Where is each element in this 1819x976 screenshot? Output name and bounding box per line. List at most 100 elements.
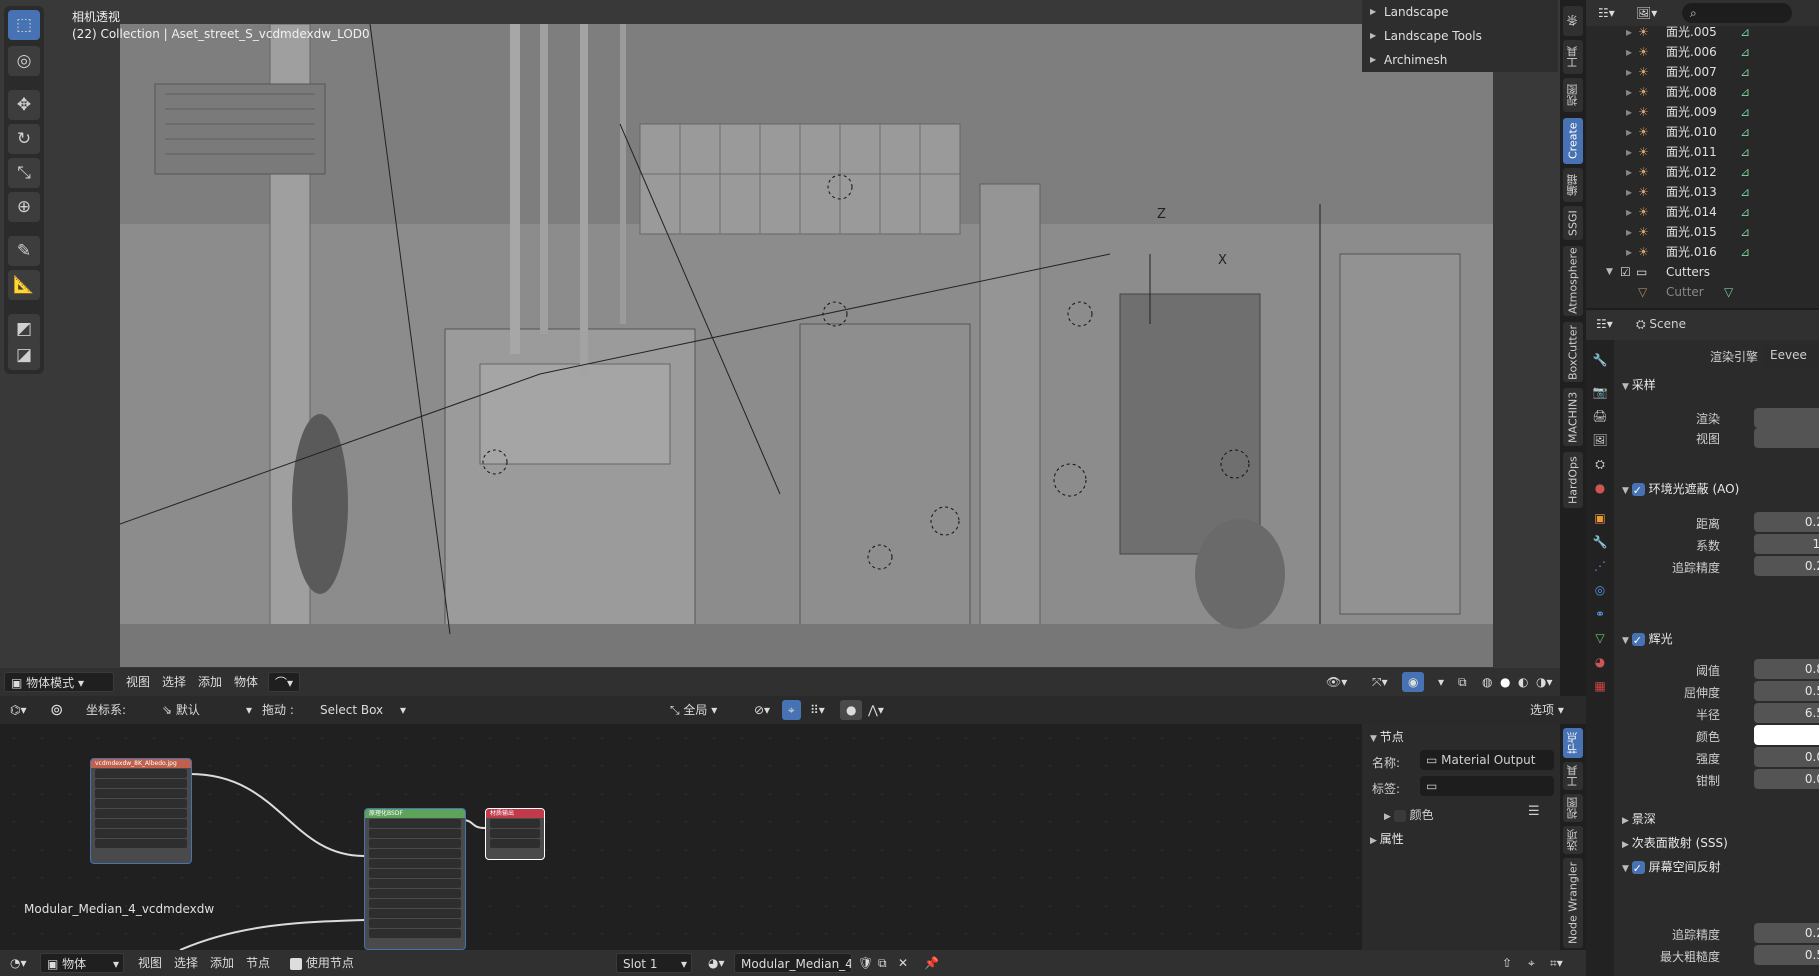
addon-archimesh[interactable]: ▶ Archimesh (1362, 48, 1558, 72)
principled-bsdf-node[interactable]: 原理化BSDF (364, 808, 466, 950)
bloom-knee-field[interactable]: 0.5 (1754, 681, 1819, 701)
ao-trace-field[interactable]: 0.2 (1754, 556, 1819, 576)
parent-node-icon[interactable]: ⇧ (1496, 953, 1518, 973)
tab-view[interactable]: 视图 (1563, 794, 1583, 822)
physics-tab-icon[interactable]: ◎ (1590, 580, 1610, 600)
viewport-samples-field[interactable] (1754, 428, 1819, 448)
ssr-checkbox[interactable] (1631, 858, 1645, 880)
select-box-tool-icon[interactable]: ⬚ (8, 10, 40, 40)
node-section-header[interactable]: ▼ 节点 (1370, 726, 1404, 748)
duplicate-icon[interactable]: ⧉ (872, 953, 893, 973)
tab-machin3[interactable]: MACHIN3 (1563, 388, 1583, 446)
list-icon[interactable]: ☰ (1528, 804, 1540, 819)
overlay-dropdown-icon[interactable]: ▾ (1432, 672, 1450, 692)
tab-item[interactable]: 条 (1563, 6, 1583, 36)
ssr-max-field[interactable]: 0.5 (1754, 945, 1819, 965)
scale-tool-icon[interactable]: ⤡ (8, 158, 40, 188)
drag-dropdown[interactable]: Select Box ▾ (314, 700, 410, 720)
outliner-search[interactable]: ⌕ (1682, 3, 1792, 23)
output-tab-icon[interactable]: 🖨 (1590, 406, 1610, 426)
material-name-field[interactable]: Modular_Median_4_... (734, 953, 852, 973)
visibility-icon[interactable]: 👁▾ (1320, 672, 1353, 692)
menu-object[interactable]: 物体 (228, 672, 264, 692)
object-tab-icon[interactable]: ▣ (1590, 508, 1610, 528)
slot-dropdown[interactable]: Slot 1 ▾ (616, 953, 692, 973)
snap-icon[interactable]: ⌖ (1522, 953, 1541, 973)
outliner-item[interactable]: ▸ ☀ 面光.006 ⊿ (1586, 42, 1819, 62)
world-tab-icon[interactable]: ● (1590, 478, 1610, 498)
ao-distance-field[interactable]: 0.2 (1754, 512, 1819, 532)
ao-checkbox[interactable] (1631, 480, 1645, 502)
unlink-icon[interactable]: ✕ (892, 953, 914, 973)
mode-dropdown[interactable]: ▣ 物体模式 ▾ (4, 672, 114, 692)
outliner-item[interactable]: ▸ ☀ 面光.010 ⊿ (1586, 122, 1819, 142)
menu-select[interactable]: 选择 (156, 672, 192, 692)
outliner-item[interactable]: ▸ ☀ 面光.014 ⊿ (1586, 202, 1819, 222)
addon-landscape[interactable]: ▶ Landscape (1362, 0, 1558, 24)
filter-icon[interactable]: 🖼▾ (1630, 3, 1663, 23)
tab-ssgi[interactable]: SSGI (1563, 206, 1583, 240)
tab-create[interactable]: Create (1563, 118, 1583, 164)
menu-view[interactable]: 视图 (120, 672, 156, 692)
sss-header[interactable]: ▶ 次表面散射 (SSS) (1622, 832, 1728, 854)
render-samples-field[interactable] (1754, 408, 1819, 428)
engine-dropdown[interactable]: Eevee (1764, 344, 1819, 366)
tab-view[interactable]: 视图 (1563, 78, 1583, 112)
texture-tab-icon[interactable]: ▦ (1590, 676, 1610, 696)
outliner-item[interactable]: ▸ ☀ 面光.016 ⊿ (1586, 242, 1819, 262)
tab-tool[interactable]: 工具 (1563, 762, 1583, 790)
hardops-tool-icon[interactable]: ◪ (8, 340, 40, 370)
tab-node[interactable]: 节点 (1563, 728, 1583, 758)
particles-tab-icon[interactable]: ⋰ (1590, 556, 1610, 576)
3d-viewport[interactable]: Z X 相机透视 (22) Collection | Aset_street_S… (0, 0, 1560, 668)
gizmo-icon[interactable]: ⤧▾ (1366, 672, 1394, 692)
use-nodes-checkbox[interactable]: 使用节点 (284, 953, 360, 973)
annotate-tool-icon[interactable]: ✎ (8, 236, 40, 266)
outliner-item[interactable]: ▸ ☀ 面光.013 ⊿ (1586, 182, 1819, 202)
editor-type-icon[interactable]: ◔▾ (4, 953, 33, 973)
editor-type-icon[interactable]: ☷▾ (1590, 314, 1619, 334)
transform-tool-icon[interactable]: ⊕ (8, 192, 40, 222)
outliner-item[interactable]: ▸ ☀ 面光.007 ⊿ (1586, 62, 1819, 82)
tab-node-wrangler[interactable]: Node Wrangler (1563, 858, 1583, 948)
node-name-field[interactable]: ▭ Material Output (1420, 750, 1554, 770)
material-tab-icon[interactable]: ◕ (1590, 652, 1610, 672)
overlay-icon[interactable]: ◉ (1402, 672, 1425, 692)
tab-boxcutter[interactable]: BoxCutter (1563, 322, 1583, 382)
gizmo-dropdown-icon[interactable]: ⌒▾ (268, 672, 300, 692)
outliner-item[interactable]: ▸ ☀ 面光.009 ⊿ (1586, 102, 1819, 122)
outliner-item[interactable]: ▸ ☀ 面光.005 ⊿ (1586, 22, 1819, 42)
falloff-icon[interactable]: ⋀▾ (862, 700, 890, 720)
outliner-item[interactable]: ▸ ☀ 面光.015 ⊿ (1586, 222, 1819, 242)
move-tool-icon[interactable]: ✥ (8, 90, 40, 120)
coord-dropdown[interactable]: ⇘ 默认 ▾ (156, 700, 256, 720)
constraint-tab-icon[interactable]: ⚭ (1590, 604, 1610, 624)
bloom-checkbox[interactable] (1631, 630, 1645, 652)
snap-target-icon[interactable]: ⠿▾ (804, 700, 831, 720)
ssr-trace-field[interactable]: 0.2 (1754, 923, 1819, 943)
dof-header[interactable]: ▶ 景深 (1622, 808, 1656, 830)
pivot-point-icon[interactable]: ⊘▾ (748, 700, 776, 720)
cursor-tool-icon[interactable]: ◎ (8, 46, 40, 76)
view-layer-tab-icon[interactable]: 🖼 (1590, 430, 1610, 450)
bloom-radius-field[interactable]: 6.5 (1754, 703, 1819, 723)
render-tab-icon[interactable]: 📷 (1590, 382, 1610, 402)
ao-header[interactable]: ▼ 环境光遮蔽 (AO) (1622, 478, 1739, 502)
bloom-color-swatch[interactable] (1754, 725, 1819, 745)
snap-icon[interactable]: ⌖ (782, 700, 801, 720)
xray-icon[interactable]: ⧉ (1452, 672, 1473, 692)
menu-view[interactable]: 视图 (132, 953, 168, 973)
bloom-intensity-field[interactable]: 0.0 (1754, 747, 1819, 767)
pivot-dropdown[interactable]: ⤡ 全局 ▾ (664, 700, 744, 720)
scene-render[interactable]: Z X (120, 24, 1493, 667)
node-tag-field[interactable]: ▭ (1420, 776, 1554, 796)
material-output-node[interactable]: 材质输出 (485, 808, 545, 860)
pin-icon[interactable]: 📌 (918, 953, 945, 973)
image-texture-node[interactable]: vcdmdexdw_8K_Albedo.jpg (90, 758, 192, 864)
outliner-item[interactable]: ▽ Cutter ▽ (1586, 282, 1819, 302)
outliner-item[interactable]: ▸ ☀ 面光.008 ⊿ (1586, 82, 1819, 102)
tab-hardops[interactable]: HardOps (1563, 452, 1583, 508)
data-tab-icon[interactable]: ▽ (1590, 628, 1610, 648)
material-browse-icon[interactable]: ◕▾ (702, 953, 731, 973)
display-mode-icon[interactable]: ☷▾ (1592, 3, 1621, 23)
